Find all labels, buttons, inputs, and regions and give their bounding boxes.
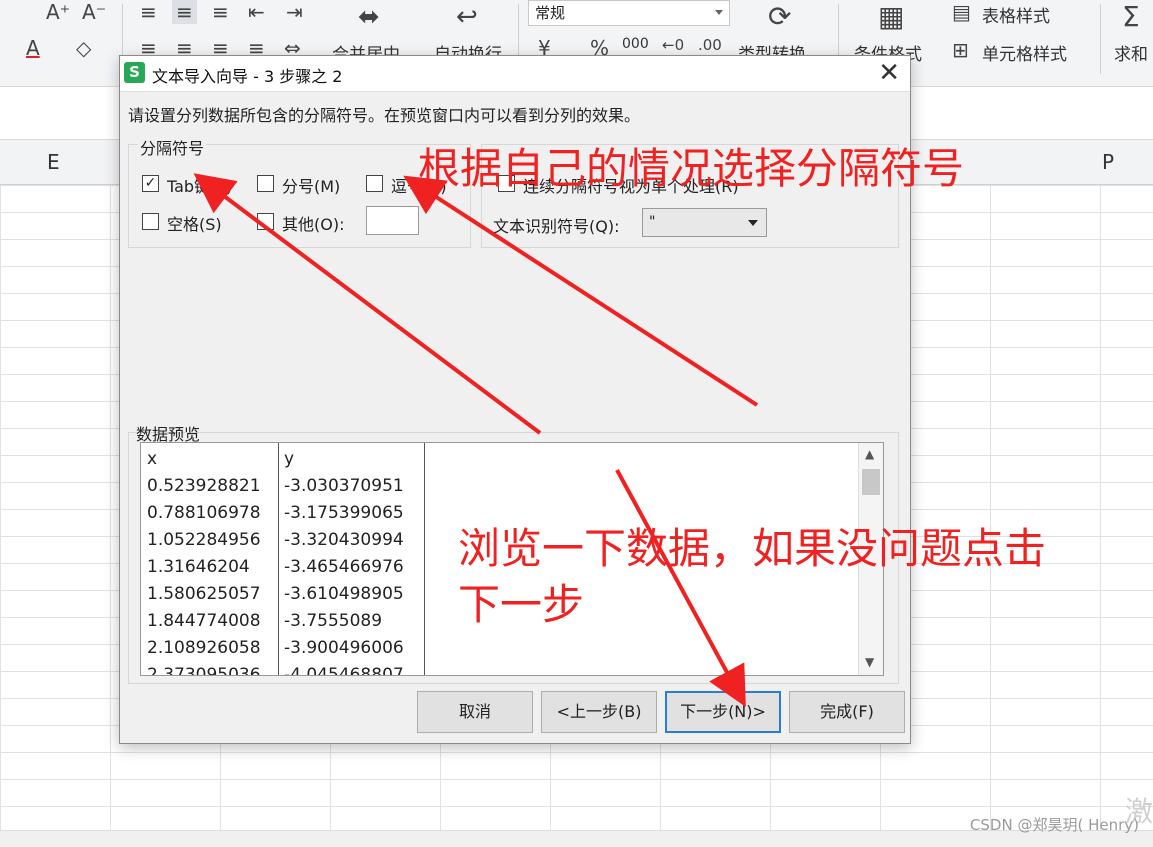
arrow-to-next (615, 469, 746, 708)
arrow-to-comma (403, 175, 759, 407)
watermark: CSDN @郑昊玥( Henry) (969, 816, 1139, 834)
arrow-to-tab (193, 173, 542, 435)
annotation-arrows (193, 173, 759, 708)
